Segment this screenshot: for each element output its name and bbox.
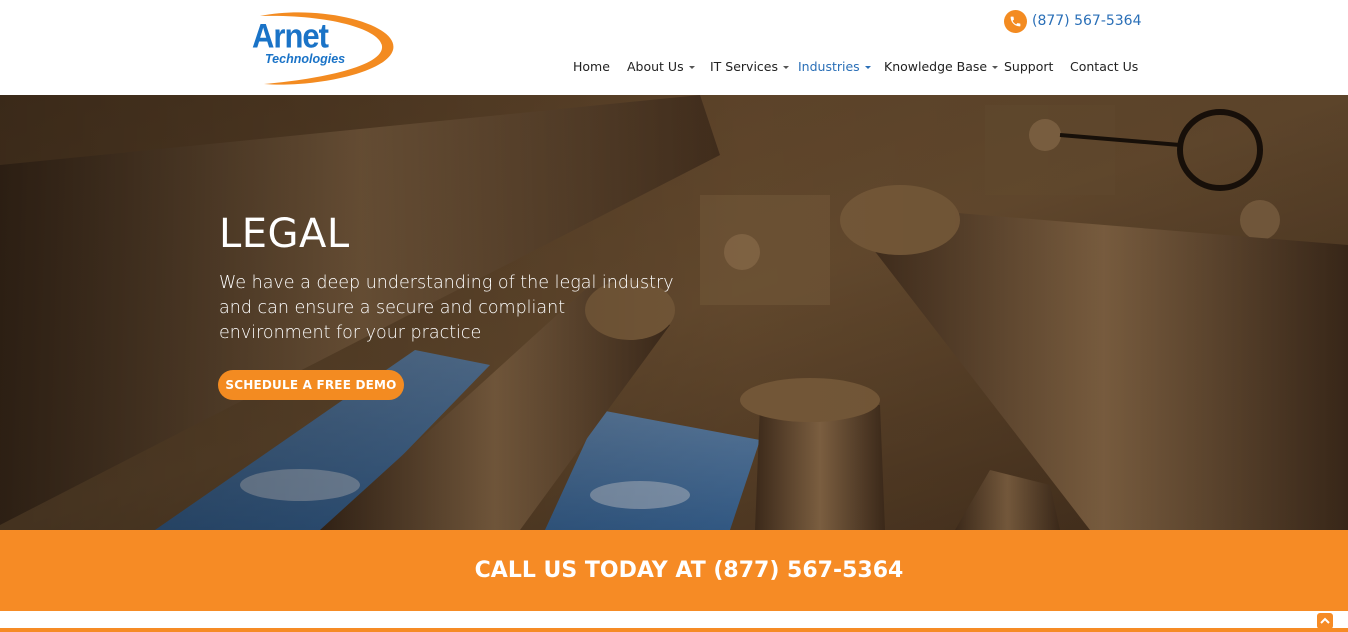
caret-down-icon xyxy=(783,66,790,69)
hero-banner: LEGAL We have a deep understanding of th… xyxy=(0,95,1348,530)
nav-knowledge-base[interactable]: Knowledge Base xyxy=(884,59,999,74)
nav-knowledge-base-label: Knowledge Base xyxy=(884,59,988,74)
header-phone-number[interactable]: (877) 567-5364 xyxy=(1032,13,1142,29)
logo-text-technologies: Technologies xyxy=(265,52,346,66)
nav-industries-label: Industries xyxy=(798,59,860,74)
nav-home[interactable]: Home xyxy=(573,59,610,74)
logo[interactable]: Arnet Technologies xyxy=(250,10,396,88)
bottom-accent-line xyxy=(0,628,1348,632)
nav-it-services[interactable]: IT Services xyxy=(710,59,790,74)
hero-title: LEGAL xyxy=(219,211,350,257)
nav-industries[interactable]: Industries xyxy=(798,59,871,74)
site-header: Arnet Technologies (877) 567-5364 Home A… xyxy=(0,0,1348,95)
nav-contact-us[interactable]: Contact Us xyxy=(1070,59,1138,74)
scroll-to-top-button[interactable] xyxy=(1317,613,1333,629)
caret-down-icon xyxy=(992,66,999,69)
nav-contact-us-label: Contact Us xyxy=(1070,59,1139,74)
schedule-demo-button[interactable]: SCHEDULE A FREE DEMO xyxy=(218,370,404,400)
nav-it-services-label: IT Services xyxy=(710,59,779,74)
header-phone[interactable]: (877) 567-5364 xyxy=(1004,9,1142,33)
nav-home-label: Home xyxy=(573,59,610,74)
hero-description: We have a deep understanding of the lega… xyxy=(219,273,674,343)
call-us-text[interactable]: CALL US TODAY AT (877) 567-5364 xyxy=(475,558,904,583)
nav-about-us[interactable]: About Us xyxy=(627,59,695,74)
nav-about-us-label: About Us xyxy=(627,59,684,74)
nav-support[interactable]: Support xyxy=(1004,59,1053,74)
nav-support-label: Support xyxy=(1004,59,1054,74)
call-us-banner: CALL US TODAY AT (877) 567-5364 xyxy=(0,530,1348,611)
logo-text-arnet: Arnet xyxy=(252,16,329,56)
chevron-up-icon xyxy=(1320,617,1330,624)
phone-icon xyxy=(1004,9,1027,33)
caret-down-icon xyxy=(688,66,695,69)
caret-down-icon xyxy=(864,66,871,69)
